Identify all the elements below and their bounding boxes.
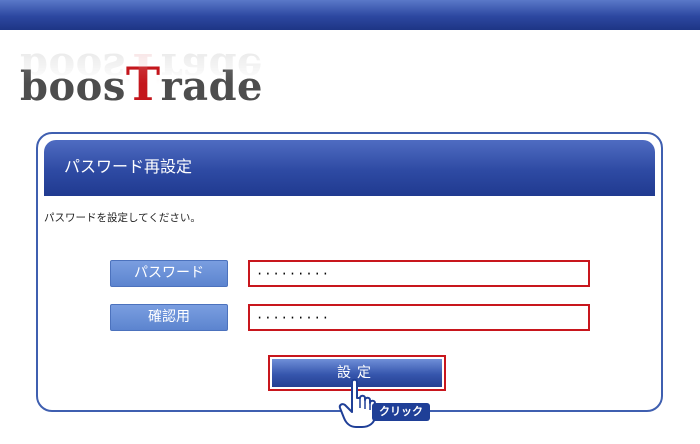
page-title: パスワード再設定 [64,157,193,176]
click-badge: クリック [372,403,430,421]
top-banner [0,0,700,30]
logo-reflection: boosTrade [20,43,264,97]
confirm-password-input[interactable] [248,304,590,331]
logo-reflection-accent: T [125,43,161,97]
password-label: パスワード [110,260,228,287]
password-input[interactable] [248,260,590,287]
panel-header: パスワード再設定 [44,140,655,196]
password-reset-panel: パスワード再設定 パスワードを設定してください。 パスワード 確認用 設定 [36,132,663,412]
logo-reflection-prefix: boos [20,44,126,91]
boostrade-logo: boosTrade boosTrade [20,43,263,130]
confirm-password-label: 確認用 [110,304,228,331]
logo-reflection-suffix: rade [160,44,264,91]
instruction-text: パスワードを設定してください。 [44,212,201,224]
